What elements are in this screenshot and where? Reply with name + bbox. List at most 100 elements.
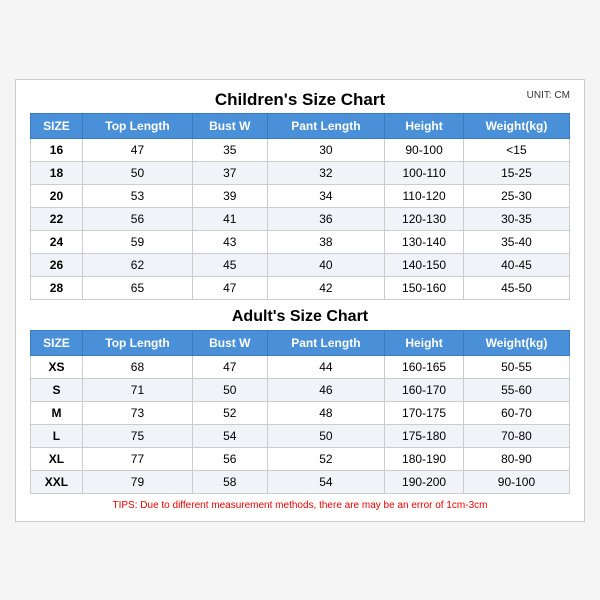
table-cell: 18 bbox=[31, 161, 83, 184]
table-cell: 55-60 bbox=[463, 378, 569, 401]
adults-title-text: Adult's Size Chart bbox=[232, 308, 368, 325]
table-cell: 28 bbox=[31, 276, 83, 299]
table-cell: 30 bbox=[267, 138, 385, 161]
table-cell: 26 bbox=[31, 253, 83, 276]
table-cell: 50 bbox=[193, 378, 268, 401]
table-cell: 48 bbox=[267, 401, 385, 424]
table-cell: 70-80 bbox=[463, 424, 569, 447]
table-row: 1647353090-100<15 bbox=[31, 138, 570, 161]
table-cell: 50 bbox=[82, 161, 192, 184]
table-cell: 43 bbox=[193, 230, 268, 253]
ch-col-height: Height bbox=[385, 113, 464, 138]
table-cell: 110-120 bbox=[385, 184, 464, 207]
table-cell: 54 bbox=[193, 424, 268, 447]
table-cell: 47 bbox=[82, 138, 192, 161]
table-cell: 30-35 bbox=[463, 207, 569, 230]
table-cell: 44 bbox=[267, 355, 385, 378]
ch-col-pantlength: Pant Length bbox=[267, 113, 385, 138]
table-cell: 50 bbox=[267, 424, 385, 447]
table-cell: 45-50 bbox=[463, 276, 569, 299]
table-cell: 180-190 bbox=[385, 447, 464, 470]
table-cell: 52 bbox=[267, 447, 385, 470]
adults-table: SIZE Top Length Bust W Pant Length Heigh… bbox=[30, 330, 570, 494]
table-cell: 42 bbox=[267, 276, 385, 299]
table-row: XXL795854190-20090-100 bbox=[31, 470, 570, 493]
table-cell: 56 bbox=[82, 207, 192, 230]
table-row: XS684744160-16550-55 bbox=[31, 355, 570, 378]
table-row: 24594338130-14035-40 bbox=[31, 230, 570, 253]
table-cell: S bbox=[31, 378, 83, 401]
ch-col-weight: Weight(kg) bbox=[463, 113, 569, 138]
table-cell: XXL bbox=[31, 470, 83, 493]
table-row: L755450175-18070-80 bbox=[31, 424, 570, 447]
table-row: S715046160-17055-60 bbox=[31, 378, 570, 401]
table-cell: 45 bbox=[193, 253, 268, 276]
table-cell: 32 bbox=[267, 161, 385, 184]
table-cell: 15-25 bbox=[463, 161, 569, 184]
table-row: 18503732100-11015-25 bbox=[31, 161, 570, 184]
table-cell: 35-40 bbox=[463, 230, 569, 253]
table-cell: 46 bbox=[267, 378, 385, 401]
table-cell: 175-180 bbox=[385, 424, 464, 447]
table-cell: 35 bbox=[193, 138, 268, 161]
table-cell: 150-160 bbox=[385, 276, 464, 299]
ch-col-size: SIZE bbox=[31, 113, 83, 138]
table-cell: M bbox=[31, 401, 83, 424]
table-cell: 190-200 bbox=[385, 470, 464, 493]
table-cell: 16 bbox=[31, 138, 83, 161]
children-title: Children's Size Chart UNIT: CM bbox=[30, 90, 570, 110]
adults-header-row: SIZE Top Length Bust W Pant Length Heigh… bbox=[31, 330, 570, 355]
table-cell: 58 bbox=[193, 470, 268, 493]
table-cell: 62 bbox=[82, 253, 192, 276]
table-cell: 71 bbox=[82, 378, 192, 401]
table-cell: 68 bbox=[82, 355, 192, 378]
table-cell: 38 bbox=[267, 230, 385, 253]
ad-col-pantlength: Pant Length bbox=[267, 330, 385, 355]
table-cell: 80-90 bbox=[463, 447, 569, 470]
table-row: 28654742150-16045-50 bbox=[31, 276, 570, 299]
table-cell: 25-30 bbox=[463, 184, 569, 207]
table-cell: 160-170 bbox=[385, 378, 464, 401]
table-cell: 90-100 bbox=[385, 138, 464, 161]
ch-col-toplength: Top Length bbox=[82, 113, 192, 138]
table-cell: 50-55 bbox=[463, 355, 569, 378]
ad-col-size: SIZE bbox=[31, 330, 83, 355]
table-cell: 140-150 bbox=[385, 253, 464, 276]
table-cell: 130-140 bbox=[385, 230, 464, 253]
table-cell: 170-175 bbox=[385, 401, 464, 424]
table-cell: 54 bbox=[267, 470, 385, 493]
table-cell: 52 bbox=[193, 401, 268, 424]
ad-col-weight: Weight(kg) bbox=[463, 330, 569, 355]
table-cell: 65 bbox=[82, 276, 192, 299]
table-cell: 120-130 bbox=[385, 207, 464, 230]
table-row: 26624540140-15040-45 bbox=[31, 253, 570, 276]
table-cell: 37 bbox=[193, 161, 268, 184]
ad-col-toplength: Top Length bbox=[82, 330, 192, 355]
table-cell: 56 bbox=[193, 447, 268, 470]
table-cell: 20 bbox=[31, 184, 83, 207]
table-row: 20533934110-12025-30 bbox=[31, 184, 570, 207]
table-cell: 34 bbox=[267, 184, 385, 207]
table-cell: 41 bbox=[193, 207, 268, 230]
table-cell: 75 bbox=[82, 424, 192, 447]
table-cell: L bbox=[31, 424, 83, 447]
table-cell: 39 bbox=[193, 184, 268, 207]
table-cell: 77 bbox=[82, 447, 192, 470]
table-cell: 90-100 bbox=[463, 470, 569, 493]
table-cell: 40 bbox=[267, 253, 385, 276]
children-header-row: SIZE Top Length Bust W Pant Length Heigh… bbox=[31, 113, 570, 138]
table-row: M735248170-17560-70 bbox=[31, 401, 570, 424]
table-cell: 79 bbox=[82, 470, 192, 493]
table-cell: 60-70 bbox=[463, 401, 569, 424]
table-cell: 53 bbox=[82, 184, 192, 207]
table-cell: 59 bbox=[82, 230, 192, 253]
table-cell: 73 bbox=[82, 401, 192, 424]
ad-col-bustw: Bust W bbox=[193, 330, 268, 355]
ad-col-height: Height bbox=[385, 330, 464, 355]
table-cell: 47 bbox=[193, 355, 268, 378]
adults-title: Adult's Size Chart bbox=[30, 300, 570, 330]
ch-col-bustw: Bust W bbox=[193, 113, 268, 138]
table-cell: 22 bbox=[31, 207, 83, 230]
table-cell: <15 bbox=[463, 138, 569, 161]
table-cell: 36 bbox=[267, 207, 385, 230]
